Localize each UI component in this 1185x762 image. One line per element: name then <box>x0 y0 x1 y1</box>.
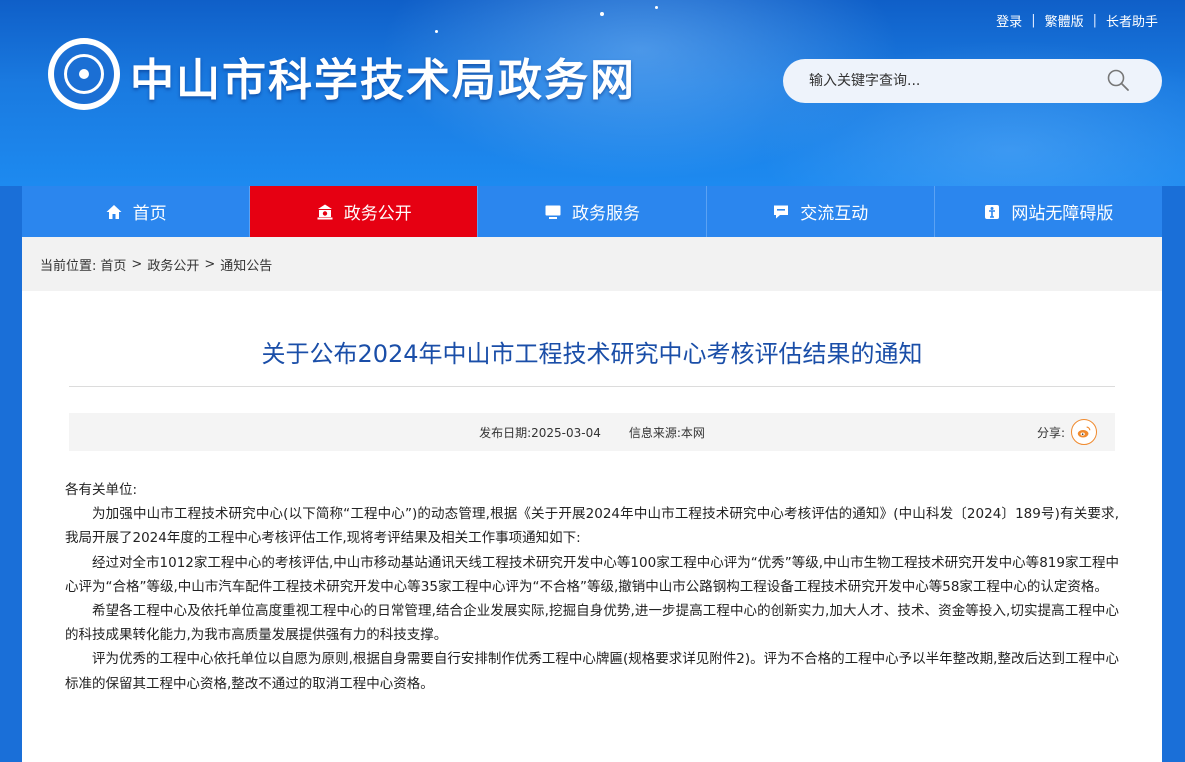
nav-item-government-affairs[interactable]: 政务公开 <box>250 186 479 237</box>
home-icon <box>106 204 122 219</box>
article-body: 各有关单位: 为加强中山市工程技术研究中心(以下简称“工程中心”)的动态管理,根… <box>22 451 1162 696</box>
header-star <box>435 30 438 33</box>
bureau-seal-logo[interactable] <box>48 38 120 110</box>
breadcrumb-prefix: 当前位置: <box>40 258 97 274</box>
search-input[interactable] <box>809 73 1089 89</box>
breadcrumb-separator: > <box>131 256 143 272</box>
nav-label: 交流互动 <box>800 204 869 224</box>
nav-item-services[interactable]: 政务服务 <box>478 186 707 237</box>
login-link[interactable]: 登录 <box>996 11 1022 30</box>
traditional-chinese-link[interactable]: 繁體版 <box>1045 11 1084 30</box>
header-star <box>600 12 604 16</box>
header-star <box>655 6 658 9</box>
share-label: 分享: <box>1036 425 1065 440</box>
nav-item-interaction[interactable]: 交流互动 <box>706 186 935 237</box>
main-nav: 首页 政务公开 政务服务 交流互动 网站无障碍版 <box>22 186 1163 237</box>
nav-label: 政务公开 <box>343 204 412 224</box>
separator: | <box>1092 13 1097 28</box>
info-source: 信息来源:本网 <box>628 425 705 440</box>
nav-label: 首页 <box>132 204 167 224</box>
search-icon[interactable] <box>1106 68 1130 92</box>
separator: | <box>1031 13 1036 28</box>
article-title: 关于公布2024年中山市工程技术研究中心考核评估结果的通知 <box>261 340 923 368</box>
title-divider <box>69 386 1115 387</box>
monitor-icon <box>545 205 561 219</box>
nav-label: 网站无障碍版 <box>1011 204 1114 224</box>
salutation: 各有关单位: <box>65 482 138 498</box>
share-bar: 分享: <box>1037 419 1097 445</box>
breadcrumb-separator: > <box>204 256 216 272</box>
elderly-assistant-link[interactable]: 长者助手 <box>1106 11 1158 30</box>
article-paragraph: 为加强中山市工程技术研究中心(以下简称“工程中心”)的动态管理,根据《关于开展2… <box>65 506 1119 547</box>
site-title[interactable]: 中山市科学技术局政务网 <box>130 44 636 108</box>
nav-item-home[interactable]: 首页 <box>22 186 251 237</box>
government-icon <box>317 204 333 219</box>
accessibility-icon <box>985 204 1000 219</box>
publish-date: 发布日期:2025-03-04 <box>479 425 601 440</box>
nav-label: 政务服务 <box>572 204 640 224</box>
article-paragraph: 希望各工程中心及依托单位高度重视工程中心的日常管理,结合企业发展实际,挖掘自身优… <box>65 603 1119 644</box>
article-meta: 发布日期:2025-03-04 信息来源:本网 分享: <box>69 413 1115 451</box>
breadcrumb: 当前位置: 首页 > 政务公开 > 通知公告 <box>22 237 1162 291</box>
nav-item-accessibility[interactable]: 网站无障碍版 <box>934 186 1163 237</box>
top-links: 登录 | 繁體版 | 长者助手 <box>996 11 1158 30</box>
site-header: 登录 | 繁體版 | 长者助手 中山市科学技术局政务网 <box>0 0 1185 186</box>
article-paragraph: 评为优秀的工程中心依托单位以自愿为原则,根据自身需要自行安排制作优秀工程中心牌匾… <box>65 651 1119 692</box>
breadcrumb-home[interactable]: 首页 <box>100 255 126 274</box>
breadcrumb-notices[interactable]: 通知公告 <box>220 255 272 274</box>
article-paragraph: 经过对全市1012家工程中心的考核评估,中山市移动基站通讯天线工程技术研究开发中… <box>65 554 1119 595</box>
breadcrumb-government-affairs[interactable]: 政务公开 <box>147 255 199 274</box>
chat-icon <box>774 205 789 218</box>
main-page: 首页 政务公开 政务服务 交流互动 网站无障碍版 当前位置: 首页 > 政务公开… <box>22 186 1163 762</box>
search-box <box>783 59 1162 103</box>
weibo-icon[interactable] <box>1071 419 1097 445</box>
